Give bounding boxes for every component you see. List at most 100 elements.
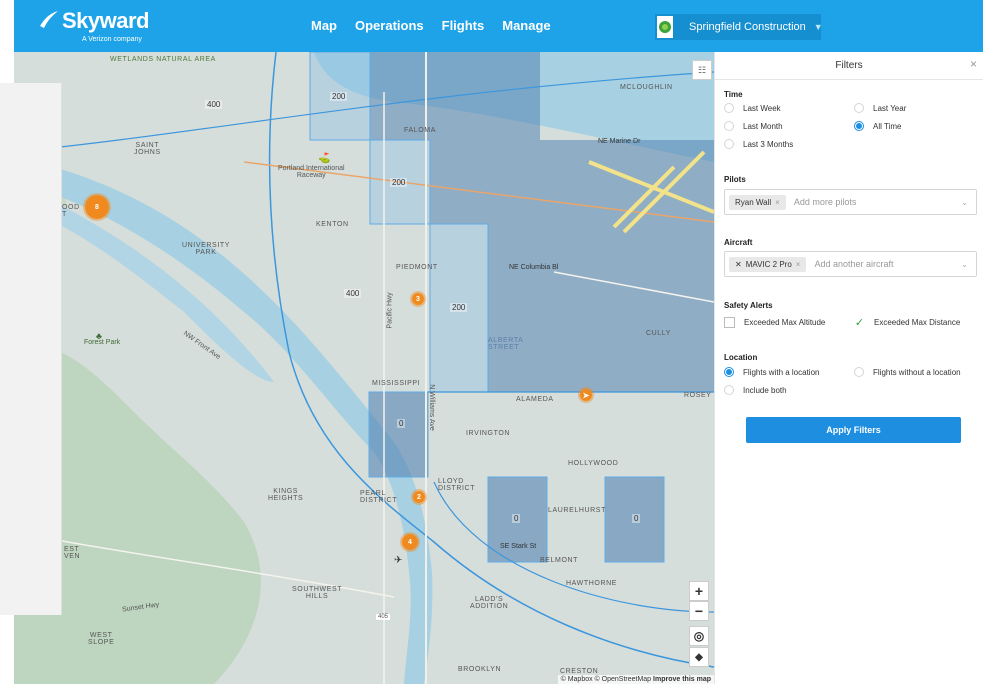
brand-subtitle: A Verizon company [82,36,142,43]
park-tree-icon: ♣ [96,331,102,341]
time-option-all-time[interactable]: All Time [854,121,901,131]
flight-cluster-marker[interactable]: 3 [410,291,426,307]
map-label: MISSISSIPPI [372,380,421,387]
location-option-with[interactable]: Flights with a location [724,367,819,377]
altitude-label: 200 [330,92,348,101]
map-label: OOD T [62,204,80,218]
map-label: PEARL DISTRICT [360,490,398,504]
safety-option-max-altitude[interactable]: Exceeded Max Altitude [724,317,825,328]
option-label: Include both [743,385,787,395]
map-label: ROSEY [684,392,712,399]
pilots-select[interactable]: Ryan Wall × Add more pilots ⌄ [724,189,977,215]
locate-me-icon[interactable]: ◎ [689,626,709,646]
radio-button[interactable] [724,367,734,377]
map-label: PIEDMONT [396,264,438,271]
map-label: LADD'S ADDITION [470,596,509,610]
zoom-out-button[interactable]: − [689,601,709,621]
layers-icon[interactable]: ◆ [689,647,709,667]
remove-chip-icon[interactable]: × [775,198,780,207]
map-label: Wetlands Natural Area [110,56,216,63]
altitude-label: 0 [397,419,406,428]
attribution-text[interactable]: © Mapbox © OpenStreetMap [561,676,651,683]
flight-cluster-marker[interactable]: 4 [400,532,420,552]
map-label: Forest Park [84,339,121,346]
map-legend-button[interactable]: ☷ [692,60,712,80]
nav-map[interactable]: Map [311,18,337,33]
safety-option-max-distance[interactable]: ✓ Exceeded Max Distance [854,317,961,329]
time-option-last-3-months[interactable]: Last 3 Months [724,139,793,149]
map-label: Portland International Raceway [278,165,345,179]
altitude-label: 400 [205,100,223,109]
checkbox[interactable] [724,317,735,328]
map-label: LAURELHURST [548,507,606,514]
racetrack-icon: ⛳ [318,153,331,164]
apply-filters-button[interactable]: Apply Filters [746,417,961,443]
location-arrow-icon[interactable]: ➤ [578,387,594,403]
radio-button[interactable] [724,103,734,113]
map-label: WEST SLOPE [88,632,115,646]
flight-cluster-marker[interactable]: 2 [411,489,427,505]
drone-icon: ✕ [735,259,742,269]
time-option-last-week[interactable]: Last Week [724,103,781,113]
radio-button[interactable] [854,121,864,131]
nav-flights[interactable]: Flights [442,18,485,33]
map-label: MCLOUGHLIN [620,84,673,91]
radio-button[interactable] [724,121,734,131]
time-section-title: Time [724,90,743,99]
aircraft-section-title: Aircraft [724,238,753,247]
zoom-in-button[interactable]: + [689,581,709,601]
option-label: Last Week [743,103,781,113]
chip-label: Ryan Wall [735,197,772,207]
nav-manage[interactable]: Manage [502,18,550,33]
flight-cluster-marker[interactable]: 8 [83,193,111,221]
radio-button[interactable] [854,367,864,377]
option-label: Exceeded Max Altitude [744,318,826,327]
option-label: Flights with a location [743,367,820,377]
altitude-label: 200 [390,178,408,187]
map-view[interactable]: Wetlands Natural Area MCLOUGHLIN SAINT J… [14,52,714,684]
option-label: Last 3 Months [743,139,794,149]
organization-switcher[interactable]: Springfield Construction ▼ [655,14,823,40]
pilots-placeholder[interactable]: Add more pilots [794,197,857,207]
chevron-down-icon[interactable]: ⌄ [961,198,968,207]
nav-operations[interactable]: Operations [355,18,424,33]
map-label: HOLLYWOOD [568,460,619,467]
location-option-both[interactable]: Include both [724,385,787,395]
aircraft-chip[interactable]: ✕ MAVIC 2 Pro × [729,256,807,272]
time-option-last-month[interactable]: Last Month [724,121,783,131]
radio-button[interactable] [724,139,734,149]
aircraft-placeholder[interactable]: Add another aircraft [814,259,893,269]
altitude-label: 0 [512,514,521,523]
altitude-label: 400 [344,289,362,298]
option-label: Exceeded Max Distance [874,318,961,327]
pilot-chip[interactable]: Ryan Wall × [729,194,786,210]
safety-section-title: Safety Alerts [724,301,773,310]
map-label: KENTON [316,221,349,228]
map-label: EST VEN [64,546,81,560]
altitude-label: 0 [632,514,641,523]
radio-button[interactable] [854,103,864,113]
map-canvas [14,52,714,684]
map-label: BROOKLYN [458,666,502,673]
aircraft-select[interactable]: ✕ MAVIC 2 Pro × Add another aircraft ⌄ [724,251,977,277]
brand-name: Skyward [62,8,150,33]
map-label: HAWTHORNE [566,580,618,587]
map-label: ALBERTA STREET [488,337,524,351]
left-side-panel [0,83,62,615]
map-label: ALAMEDA [516,396,554,403]
close-icon[interactable]: × [970,57,977,71]
remove-chip-icon[interactable]: × [796,260,801,269]
map-label: UNIVERSITY PARK [182,242,231,256]
radio-button[interactable] [724,385,734,395]
checkmark-icon[interactable]: ✓ [854,317,865,329]
chevron-down-icon: ▼ [813,22,823,32]
time-option-last-year[interactable]: Last Year [854,103,906,113]
street-label: NE Columbia Bl [509,264,559,271]
controlled-airspace-tint [14,52,714,684]
chevron-down-icon[interactable]: ⌄ [961,260,968,269]
organization-logo [657,16,673,38]
improve-map-link[interactable]: Improve this map [653,676,711,683]
highway-shield: 405 [376,614,391,620]
location-option-without[interactable]: Flights without a location [854,367,961,377]
top-navigation-bar: Skyward A Verizon company Map Operations… [14,0,983,52]
